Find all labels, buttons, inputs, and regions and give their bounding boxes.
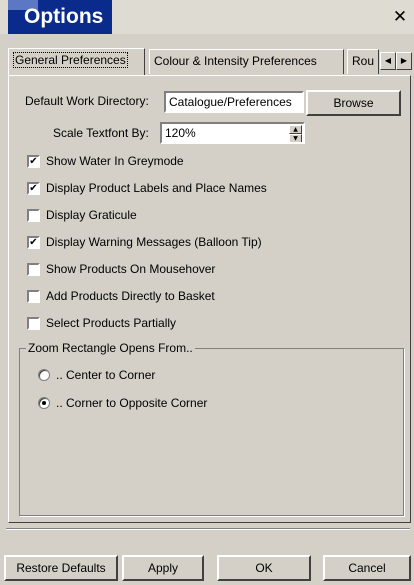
tab-colour-intensity[interactable]: Colour & Intensity Preferences xyxy=(149,49,344,74)
checkbox-label: Display Graticule xyxy=(46,208,137,222)
checkbox-show-products-mousehover[interactable]: Show Products On Mousehover xyxy=(27,261,215,277)
checkbox-label: Add Products Directly to Basket xyxy=(46,289,215,303)
checkbox-box[interactable]: ✔ xyxy=(27,235,40,249)
checkbox-display-warning-messages[interactable]: ✔ Display Warning Messages (Balloon Tip) xyxy=(27,234,262,250)
restore-defaults-button[interactable]: Restore Defaults xyxy=(4,555,118,581)
radio-center-to-corner[interactable]: .. Center to Corner xyxy=(38,367,155,383)
checkbox-show-water-greymode[interactable]: ✔ Show Water In Greymode xyxy=(27,153,184,169)
browse-button[interactable]: Browse xyxy=(306,90,401,116)
scale-spinner[interactable]: ▲ ▼ xyxy=(289,125,302,142)
checkbox-label: Display Warning Messages (Balloon Tip) xyxy=(46,235,262,249)
radio-button[interactable] xyxy=(38,397,50,409)
checkbox-box[interactable] xyxy=(27,208,40,222)
tab-label: Colour & Intensity Preferences xyxy=(154,54,317,68)
cancel-button[interactable]: Cancel xyxy=(323,555,411,581)
spin-up-icon[interactable]: ▲ xyxy=(289,125,302,134)
checkbox-label: Display Product Labels and Place Names xyxy=(46,181,267,195)
checkbox-box[interactable]: ✔ xyxy=(27,154,40,168)
ok-button[interactable]: OK xyxy=(217,555,311,581)
checkbox-box[interactable] xyxy=(27,262,40,276)
apply-button[interactable]: Apply xyxy=(122,555,204,581)
tab-label: Rou xyxy=(352,54,375,68)
tab-scroll-left-icon[interactable]: ◀ xyxy=(380,52,396,70)
tab-scroll-arrows: ◀ ▶ xyxy=(380,52,412,70)
title-bar[interactable]: Options ✕ xyxy=(0,0,414,34)
radio-label: .. Corner to Opposite Corner xyxy=(56,396,208,410)
checkbox-add-products-basket[interactable]: Add Products Directly to Basket xyxy=(27,288,215,304)
zoom-rectangle-group: Zoom Rectangle Opens From.. .. Center to… xyxy=(19,341,404,516)
footer-separator xyxy=(6,528,410,530)
scale-textfont-input[interactable]: 120% ▲ ▼ xyxy=(160,122,305,144)
work-directory-input[interactable]: Catalogue/Preferences xyxy=(164,91,304,113)
work-directory-label: Default Work Directory: xyxy=(25,94,149,108)
options-dialog: Options ✕ General Preferences Colour & I… xyxy=(0,0,414,585)
radio-label: .. Center to Corner xyxy=(56,368,156,382)
checkbox-select-products-partially[interactable]: Select Products Partially xyxy=(27,315,176,331)
checkbox-box[interactable]: ✔ xyxy=(27,181,40,195)
checkbox-label: Show Products On Mousehover xyxy=(46,262,216,276)
checkbox-box[interactable] xyxy=(27,289,40,303)
radio-corner-to-opposite-corner[interactable]: .. Corner to Opposite Corner xyxy=(38,395,207,411)
general-preferences-panel: Default Work Directory: Catalogue/Prefer… xyxy=(8,75,411,523)
checkbox-label: Show Water In Greymode xyxy=(46,154,184,168)
radio-button[interactable] xyxy=(38,369,50,381)
window-title: Options xyxy=(24,5,104,28)
spin-down-icon[interactable]: ▼ xyxy=(289,134,302,142)
scale-textfont-label: Scale Textfont By: xyxy=(53,126,149,140)
checkbox-box[interactable] xyxy=(27,316,40,330)
checkbox-display-graticule[interactable]: Display Graticule xyxy=(27,207,137,223)
checkbox-display-product-labels[interactable]: ✔ Display Product Labels and Place Names xyxy=(27,180,267,196)
scale-value: 120% xyxy=(165,126,196,140)
tab-rou[interactable]: Rou xyxy=(347,49,379,74)
zoom-group-title: Zoom Rectangle Opens From.. xyxy=(26,341,195,355)
tab-label: General Preferences xyxy=(13,52,128,68)
tab-scroll-right-icon[interactable]: ▶ xyxy=(396,52,412,70)
close-button[interactable]: ✕ xyxy=(389,6,411,28)
tab-general-preferences[interactable]: General Preferences xyxy=(8,48,145,75)
checkbox-label: Select Products Partially xyxy=(46,316,177,330)
